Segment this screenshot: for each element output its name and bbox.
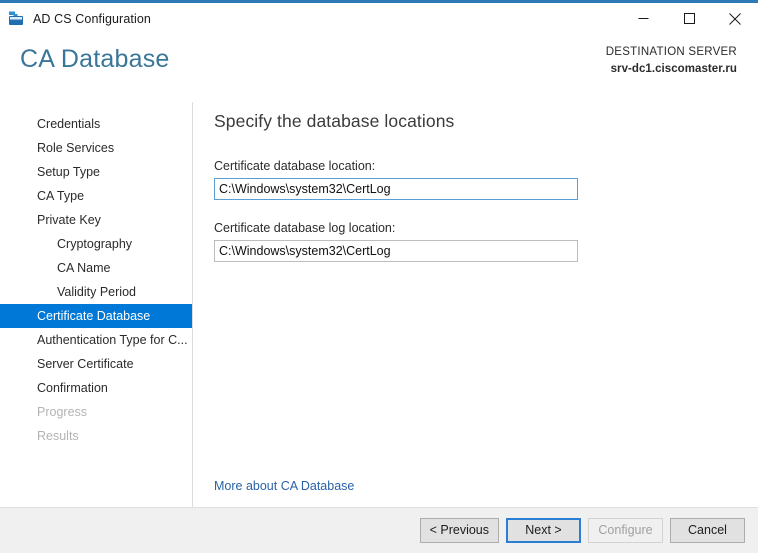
page-title: CA Database (20, 45, 170, 73)
nav-item-confirmation[interactable]: Confirmation (0, 376, 192, 400)
nav-item-results: Results (37, 429, 79, 443)
nav-item-authentication-type-for-c[interactable]: Authentication Type for C... (0, 328, 192, 352)
more-about-ca-database-link[interactable]: More about CA Database (214, 479, 354, 493)
previous-button[interactable]: < Previous (419, 518, 499, 543)
next-button[interactable]: Next > (506, 518, 581, 543)
window-title: AD CS Configuration (33, 11, 151, 26)
nav-item-setup-type[interactable]: Setup Type (0, 160, 192, 184)
nav-item-role-services[interactable]: Role Services (0, 136, 192, 160)
close-icon[interactable] (712, 3, 758, 34)
nav-item-cryptography[interactable]: Cryptography (0, 232, 192, 256)
cancel-button[interactable]: Cancel (670, 518, 745, 543)
title-bar: AD CS Configuration (0, 3, 758, 34)
certificate-database-location-label: Certificate database location: (214, 159, 376, 173)
window-controls (620, 3, 758, 34)
destination-server-label: DESTINATION SERVER (605, 46, 737, 58)
wizard-content-pane: Specify the database locations Certifica… (193, 102, 758, 507)
content-heading: Specify the database locations (214, 111, 455, 131)
title-bar-left: AD CS Configuration (0, 10, 151, 27)
certificate-database-location-group: Certificate database location: (214, 159, 738, 200)
configure-button: Configure (588, 518, 663, 543)
nav-item-validity-period[interactable]: Validity Period (0, 280, 192, 304)
certificate-database-log-location-input[interactable] (214, 240, 578, 262)
nav-item-certificate-database[interactable]: Certificate Database (0, 304, 192, 328)
destination-server-block: DESTINATION SERVER srv-dc1.ciscomaster.r… (606, 44, 737, 77)
certificate-database-log-location-group: Certificate database log location: (214, 221, 738, 262)
minimize-icon[interactable] (620, 3, 666, 34)
nav-item-private-key[interactable]: Private Key (0, 208, 192, 232)
wizard-header: CA Database DESTINATION SERVER srv-dc1.c… (0, 34, 758, 102)
destination-server-value: srv-dc1.ciscomaster.ru (610, 62, 737, 75)
nav-item-ca-name[interactable]: CA Name (0, 256, 192, 280)
certificate-database-location-input[interactable] (214, 178, 578, 200)
nav-item-ca-type[interactable]: CA Type (0, 184, 192, 208)
wizard-footer: < Previous Next > Configure Cancel (0, 507, 758, 553)
ad-cs-configuration-window: AD CS Configuration CA Database DESTINAT… (0, 0, 758, 553)
nav-item-progress: Progress (37, 405, 88, 419)
nav-item-server-certificate[interactable]: Server Certificate (0, 352, 192, 376)
wizard-body: Credentials Role Services Setup Type CA Typ… (0, 102, 758, 507)
certificate-database-log-location-label: Certificate database log location: (214, 221, 396, 235)
wizard-step-navigation: Credentials Role Services Setup Type CA Typ… (0, 102, 193, 507)
nav-item-credentials[interactable]: Credentials (0, 112, 192, 136)
maximize-icon[interactable] (666, 3, 712, 34)
server-manager-icon (8, 10, 25, 27)
